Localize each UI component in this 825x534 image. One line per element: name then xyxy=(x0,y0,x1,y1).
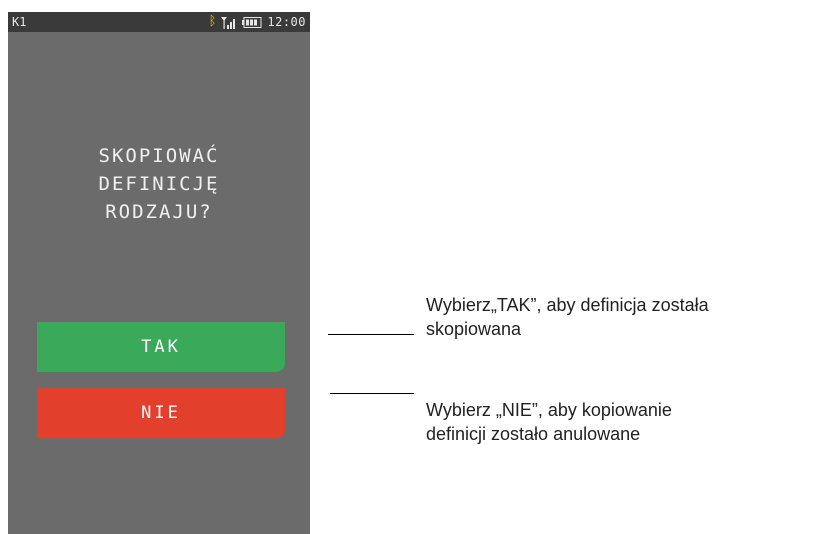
prompt-line: RODZAJU? xyxy=(105,201,213,223)
yes-button[interactable]: TAK xyxy=(37,322,285,372)
no-annotation: Wybierz „NIE”, aby kopiowanie definicji … xyxy=(426,398,672,446)
no-button[interactable]: NIE xyxy=(37,388,285,438)
annotation-line: Wybierz „NIE”, aby kopiowanie xyxy=(426,400,672,420)
status-icons: ᛒ 12:00 xyxy=(209,14,306,30)
bluetooth-icon: ᛒ xyxy=(208,14,217,29)
terminal-screen: K1 ᛒ 12:00 SKOPIOWAĆ DEFINICJĘ RODZAJU? xyxy=(8,12,310,534)
annotation-line: skopiowana xyxy=(426,319,522,339)
annotation-line: definicji zostało anulowane xyxy=(426,424,641,444)
dialog-prompt: SKOPIOWAĆ DEFINICJĘ RODZAJU? xyxy=(8,142,310,226)
status-bar: K1 ᛒ 12:00 xyxy=(8,12,310,32)
signal-icon xyxy=(221,16,236,29)
terminal-id: K1 xyxy=(12,15,27,29)
yes-annotation: Wybierz„TAK”, aby definicja została skop… xyxy=(426,293,709,341)
no-callout-line xyxy=(330,393,414,394)
battery-icon xyxy=(242,16,262,28)
yes-callout-line xyxy=(328,334,414,335)
prompt-line: DEFINICJĘ xyxy=(98,173,220,195)
annotation-line: Wybierz„TAK”, aby definicja została xyxy=(426,295,709,315)
prompt-line: SKOPIOWAĆ xyxy=(98,145,220,167)
clock: 12:00 xyxy=(267,15,306,29)
